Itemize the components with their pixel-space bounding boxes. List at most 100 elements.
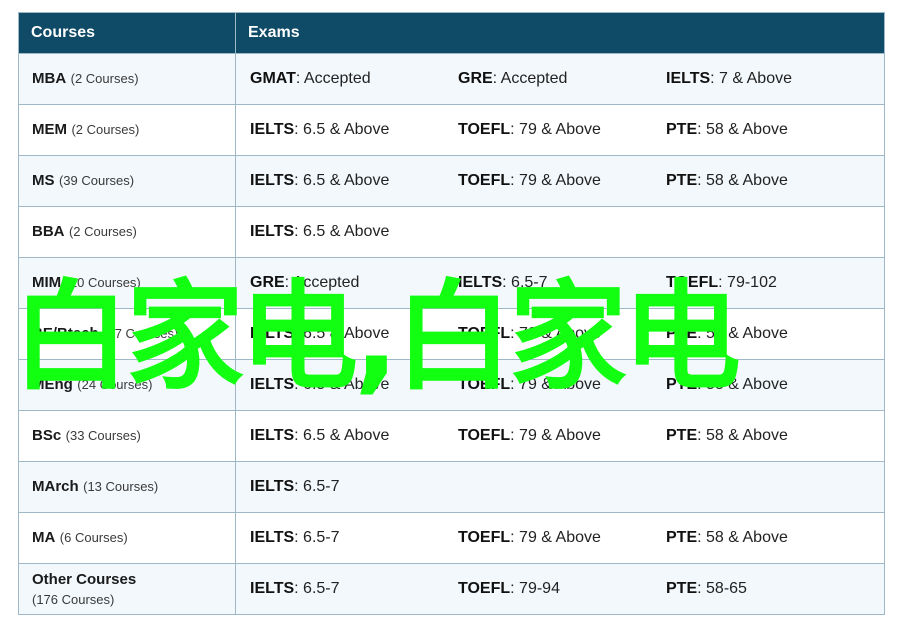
course-name: Other Courses	[32, 571, 137, 588]
course-count: (20 Courses)	[65, 275, 141, 290]
course-count: (39 Courses)	[58, 173, 135, 188]
exam-name: IELTS	[250, 121, 295, 138]
exam-name: IELTS	[250, 478, 295, 495]
exam-score: : 6.5-7	[294, 529, 340, 546]
exam-score: : 58 & Above	[697, 427, 788, 444]
course-cell: BBA (2 Courses)	[18, 206, 236, 258]
exams-cell: IELTS: 6.5 & Above TOEFL: 79 & Above PTE: …	[235, 410, 885, 462]
exam-score: : Accepted	[492, 70, 568, 87]
exam-score: : 58 & Above	[697, 325, 788, 342]
exam-score: : 7 & Above	[710, 70, 792, 87]
course-name: MS	[32, 172, 55, 189]
exam-name: PTE	[666, 376, 698, 393]
course-name: BE/Btech	[32, 325, 99, 342]
exam-name: IELTS	[250, 580, 295, 597]
course-cell: MIM (20 Courses)	[18, 257, 236, 309]
course-count: (17 Courses)	[103, 326, 179, 341]
exam-requirement: TOEFL: 79-102	[666, 274, 874, 292]
exam-requirement: PTE: 58 & Above	[666, 172, 874, 190]
exams-cell: IELTS: 6.5 & Above TOEFL: 79 & Above PTE: …	[235, 359, 885, 411]
exams-cell: IELTS: 6.5-7	[235, 461, 885, 513]
table-header-row: Courses Exams	[18, 12, 885, 54]
exams-cell: IELTS: 6.5-7 TOEFL: 79-94 PTE: 58-65	[235, 563, 885, 615]
exam-name: PTE	[666, 172, 698, 189]
exam-score: : 6.5-7	[294, 478, 340, 495]
exam-requirement: GRE: Accepted	[250, 274, 458, 292]
exam-score: : 58 & Above	[697, 121, 788, 138]
exam-requirement: PTE: 58 & Above	[666, 325, 874, 343]
exam-requirement: TOEFL: 79 & Above	[458, 529, 666, 547]
exam-name: IELTS	[250, 172, 295, 189]
exam-name: IELTS	[666, 70, 711, 87]
exam-score: : 79-94	[510, 580, 560, 597]
course-name: MEng	[32, 376, 73, 393]
course-cell: MA (6 Courses)	[18, 512, 236, 564]
table-body: MBA (2 Courses) GMAT: Accepted GRE: Accept…	[18, 53, 885, 615]
table-row: MIM (20 Courses) GRE: Accepted IELTS: 6.5-…	[18, 257, 885, 309]
course-cell: MEng (24 Courses)	[18, 359, 236, 411]
course-count: (2 Courses)	[71, 122, 140, 137]
exam-score: : 79-102	[718, 274, 777, 291]
exams-cell: GRE: Accepted IELTS: 6.5-7 TOEFL: 79-102	[235, 257, 885, 309]
course-count: (24 Courses)	[77, 377, 153, 392]
exam-requirement: IELTS: 6.5-7	[250, 478, 458, 496]
exams-cell: IELTS: 6.5 & Above TOEFL: 79 & Above PTE: …	[235, 155, 885, 207]
course-count: (33 Courses)	[65, 428, 141, 443]
table-row: MArch (13 Courses) IELTS: 6.5-7	[18, 461, 885, 513]
table-row: MEng (24 Courses) IELTS: 6.5 & Above TOEFL…	[18, 359, 885, 411]
table-row: Other Courses (176 Courses) IELTS: 6.5-7 TO…	[18, 563, 885, 615]
exam-name: TOEFL	[458, 172, 511, 189]
exam-score: : 6.5 & Above	[294, 223, 390, 240]
course-name: MA	[32, 529, 56, 546]
exam-name: TOEFL	[666, 274, 719, 291]
exam-name: IELTS	[250, 376, 295, 393]
exam-name: TOEFL	[458, 121, 511, 138]
course-cell: MEM (2 Courses)	[18, 104, 236, 156]
exam-requirements-table: Courses Exams MBA (2 Courses) GMAT: Accep…	[18, 12, 885, 615]
exam-requirement: PTE: 58 & Above	[666, 529, 874, 547]
exam-score: : 6.5 & Above	[294, 427, 390, 444]
exam-requirement: PTE: 58 & Above	[666, 121, 874, 139]
exam-requirement: IELTS: 6.5 & Above	[250, 172, 458, 190]
course-name: BBA	[32, 223, 65, 240]
course-cell: MBA (2 Courses)	[18, 53, 236, 105]
table-row: MEM (2 Courses) IELTS: 6.5 & Above TOEFL: …	[18, 104, 885, 156]
course-cell: BE/Btech (17 Courses)	[18, 308, 236, 360]
exam-requirement: IELTS: 6.5-7	[250, 529, 458, 547]
exam-name: IELTS	[250, 529, 295, 546]
exams-cell: IELTS: 6.5 & Above TOEFL: 79 & Above PTE: …	[235, 308, 885, 360]
course-name: MIM	[32, 274, 62, 291]
exam-score: : 79 & Above	[510, 172, 601, 189]
course-count: (176 Courses)	[32, 592, 115, 607]
course-name: MEM	[32, 121, 67, 138]
exam-name: PTE	[666, 325, 698, 342]
exam-requirement: TOEFL: 79 & Above	[458, 325, 666, 343]
course-count: (13 Courses)	[83, 479, 159, 494]
exam-score: : 79 & Above	[510, 427, 601, 444]
exam-score: : 79 & Above	[510, 121, 601, 138]
exam-name: IELTS	[458, 274, 503, 291]
course-name: MBA	[32, 70, 67, 87]
course-cell: MS (39 Courses)	[18, 155, 236, 207]
exam-score: : 58-65	[697, 580, 747, 597]
exam-name: TOEFL	[458, 376, 511, 393]
exam-score: : 6.5 & Above	[294, 325, 390, 342]
exam-requirement: TOEFL: 79-94	[458, 580, 666, 598]
exam-requirement: GRE: Accepted	[458, 70, 666, 88]
exam-name: TOEFL	[458, 427, 511, 444]
exam-name: TOEFL	[458, 529, 511, 546]
column-header-exams: Exams	[235, 12, 885, 54]
exam-score: : 79 & Above	[510, 529, 601, 546]
exam-requirement: IELTS: 6.5-7	[250, 580, 458, 598]
table-row: MBA (2 Courses) GMAT: Accepted GRE: Accept…	[18, 53, 885, 105]
exam-requirement: IELTS: 6.5 & Above	[250, 325, 458, 343]
exam-score: : 6.5-7	[294, 580, 340, 597]
table-row: BBA (2 Courses) IELTS: 6.5 & Above	[18, 206, 885, 258]
course-cell: Other Courses (176 Courses)	[18, 563, 236, 615]
exam-name: PTE	[666, 580, 698, 597]
exam-requirement: PTE: 58 & Above	[666, 376, 874, 394]
course-cell: MArch (13 Courses)	[18, 461, 236, 513]
exam-requirement: IELTS: 7 & Above	[666, 70, 874, 88]
course-name: MArch	[32, 478, 79, 495]
exam-score: : 6.5 & Above	[294, 376, 390, 393]
